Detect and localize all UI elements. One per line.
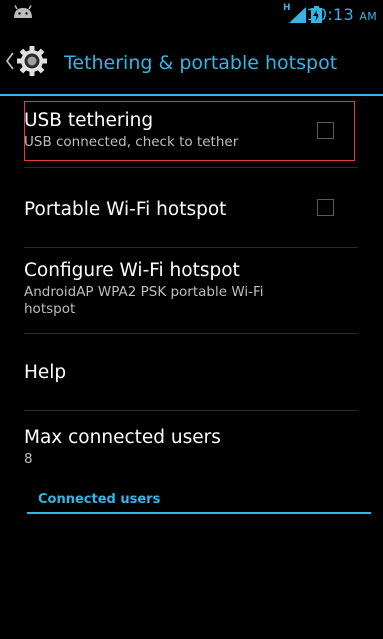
row-divider	[24, 410, 358, 411]
configure-hotspot-row[interactable]: Configure Wi-Fi hotspot AndroidAP WPA2 P…	[24, 260, 358, 318]
wifi-hotspot-checkbox[interactable]	[317, 199, 334, 216]
status-bar: H 10:13 AM	[0, 0, 383, 28]
wifi-hotspot-row[interactable]: Portable Wi-Fi hotspot	[24, 199, 358, 220]
configure-hotspot-title: Configure Wi-Fi hotspot	[24, 260, 240, 281]
page-title: Tethering & portable hotspot	[64, 52, 338, 74]
clock-time: 10:13	[306, 5, 354, 24]
usb-tethering-title: USB tethering	[24, 110, 154, 131]
help-title: Help	[24, 362, 67, 383]
max-users-title: Max connected users	[24, 427, 221, 448]
max-users-row[interactable]: Max connected users 8	[24, 427, 358, 468]
row-divider	[24, 167, 358, 168]
section-divider	[27, 512, 371, 514]
configure-hotspot-summary: AndroidAP WPA2 PSK portable Wi-Fi hotspo…	[24, 284, 264, 317]
wifi-hotspot-title: Portable Wi-Fi hotspot	[24, 199, 227, 220]
settings-gear-icon[interactable]	[16, 45, 48, 77]
up-navigation-icon[interactable]	[6, 52, 14, 70]
row-divider	[24, 333, 358, 334]
signal-strength-icon	[289, 7, 306, 23]
help-row[interactable]: Help	[24, 362, 358, 383]
max-users-value: 8	[24, 451, 33, 467]
action-bar-divider	[0, 94, 383, 96]
usb-tethering-summary: USB connected, check to tether	[24, 134, 239, 150]
usb-tethering-row[interactable]: USB tethering USB connected, check to te…	[24, 110, 358, 151]
android-notification-icon	[14, 5, 32, 18]
clock-ampm: AM	[359, 10, 377, 23]
status-clock: 10:13 AM	[306, 5, 377, 24]
row-divider	[24, 247, 358, 248]
usb-tethering-checkbox[interactable]	[317, 122, 334, 139]
connected-users-header: Connected users	[38, 492, 161, 507]
